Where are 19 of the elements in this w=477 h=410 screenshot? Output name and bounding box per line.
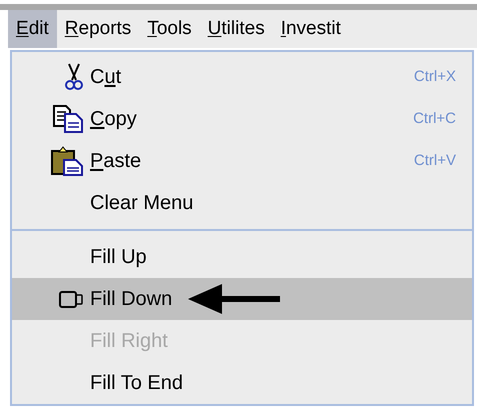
menu-item[interactable]: Fill To End bbox=[12, 362, 472, 404]
menu-item[interactable]: Paste Ctrl+V bbox=[12, 140, 472, 182]
menu-bar-item[interactable]: Tools bbox=[139, 10, 200, 48]
shortcut-label: Ctrl+C bbox=[413, 108, 456, 129]
menu-bar-item[interactable]: Edit bbox=[8, 10, 57, 48]
shortcut-label: Ctrl+X bbox=[414, 66, 456, 87]
fill-down-icon bbox=[58, 289, 84, 309]
clipboard-icon bbox=[50, 146, 84, 176]
menu-item[interactable]: Copy Ctrl+C bbox=[12, 98, 472, 140]
menu-item[interactable]: Clear Menu bbox=[12, 182, 472, 224]
menu-item[interactable]: Cut Ctrl+X bbox=[12, 56, 472, 98]
copy-icon bbox=[52, 104, 84, 134]
menu-bar-item[interactable]: Reports bbox=[56, 10, 140, 48]
scissors-icon bbox=[64, 63, 84, 91]
menu-item[interactable]: Fill Down bbox=[12, 278, 472, 320]
menu-bar-item[interactable]: Investit bbox=[272, 10, 349, 48]
shortcut-label: Ctrl+V bbox=[414, 150, 456, 171]
menu-bar-item[interactable]: Utilites bbox=[200, 10, 273, 48]
menu-item[interactable]: Fill Up bbox=[12, 236, 472, 278]
